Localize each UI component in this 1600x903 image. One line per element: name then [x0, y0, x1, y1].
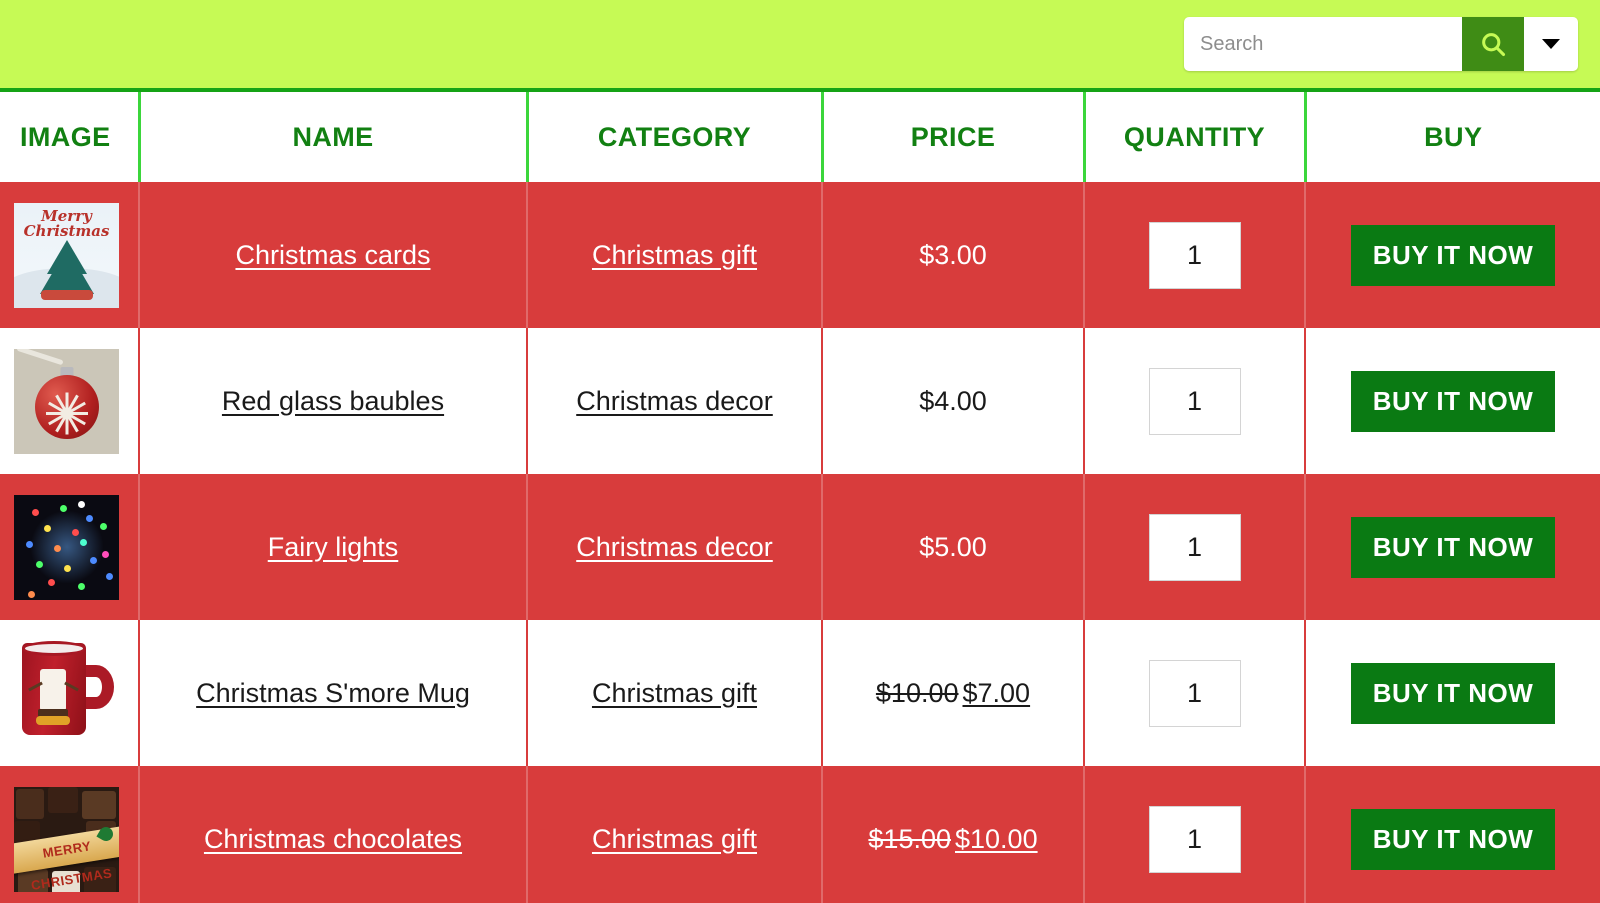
table-header: IMAGE NAME CATEGORY PRICE QUANTITY BUY: [0, 92, 1600, 182]
product-buy-cell: BUY IT NOW: [1305, 766, 1600, 903]
product-name-link[interactable]: Christmas cards: [235, 240, 430, 270]
red-glass-baubles-image: [14, 348, 119, 454]
buy-it-now-button[interactable]: BUY IT NOW: [1350, 516, 1556, 578]
column-header-price: PRICE: [822, 92, 1086, 182]
product-price-cell: $5.00: [822, 474, 1085, 620]
product-buy-cell: BUY IT NOW: [1305, 474, 1600, 620]
product-image-cell: Merry Christmas: [0, 182, 140, 328]
product-quantity-cell: [1084, 766, 1306, 903]
quantity-input[interactable]: [1148, 659, 1241, 727]
product-quantity-cell: [1084, 474, 1306, 620]
product-category-link[interactable]: Christmas decor: [576, 386, 773, 416]
product-name-cell: Red glass baubles: [139, 328, 528, 474]
christmas-chocolates-image: MERRY CHRISTMAS: [14, 786, 119, 892]
product-thumbnail: MERRY CHRISTMAS: [14, 786, 119, 892]
column-header-name: NAME: [139, 92, 529, 182]
product-category-link[interactable]: Christmas gift: [592, 678, 757, 708]
table-row: Christmas S'more Mug Christmas gift $10.…: [0, 620, 1600, 766]
product-category-link[interactable]: Christmas gift: [592, 240, 757, 270]
product-thumbnail: [14, 494, 119, 600]
product-price-cell: $3.00: [822, 182, 1085, 328]
table-row: Merry Christmas Christmas cards Christma…: [0, 182, 1600, 328]
product-category-cell: Christmas decor: [527, 474, 823, 620]
buy-it-now-button[interactable]: BUY IT NOW: [1350, 224, 1556, 286]
column-header-image: IMAGE: [0, 92, 141, 182]
christmas-cards-image: Merry Christmas: [14, 202, 119, 308]
product-category-link[interactable]: Christmas gift: [592, 824, 757, 854]
buy-it-now-button[interactable]: BUY IT NOW: [1350, 370, 1556, 432]
table-header-row: IMAGE NAME CATEGORY PRICE QUANTITY BUY: [0, 92, 1600, 182]
product-name-link[interactable]: Christmas S'more Mug: [196, 678, 470, 708]
product-price-cell: $4.00: [822, 328, 1085, 474]
table-row: MERRY CHRISTMAS Christmas chocolates Chr…: [0, 766, 1600, 903]
quantity-input[interactable]: [1148, 513, 1241, 581]
product-name-cell: Fairy lights: [139, 474, 528, 620]
quantity-input[interactable]: [1148, 805, 1241, 873]
product-thumbnail: [14, 630, 119, 756]
table-body: Merry Christmas Christmas cards Christma…: [0, 182, 1600, 903]
product-name-cell: Christmas chocolates: [139, 766, 528, 903]
product-price: $5.00: [919, 531, 987, 562]
product-name-link[interactable]: Christmas chocolates: [204, 824, 462, 854]
product-price-sale: $7.00: [962, 677, 1031, 708]
product-category-cell: Christmas decor: [527, 328, 823, 474]
product-image-cell: [0, 328, 140, 474]
product-category-cell: Christmas gift: [527, 182, 823, 328]
search-button[interactable]: [1462, 17, 1524, 71]
column-header-buy: BUY: [1305, 92, 1600, 182]
product-price-original: $15.00: [868, 823, 951, 854]
product-price-cell: $15.00 $10.00: [822, 766, 1085, 903]
product-name-link[interactable]: Red glass baubles: [222, 386, 444, 416]
product-price-original: $10.00: [875, 677, 959, 708]
chevron-down-icon: [1542, 39, 1560, 49]
product-quantity-cell: [1084, 620, 1306, 766]
product-quantity-cell: [1084, 182, 1306, 328]
product-quantity-cell: [1084, 328, 1306, 474]
thumb-text-line2: Christmas: [23, 222, 110, 241]
quantity-input[interactable]: [1148, 221, 1241, 289]
product-category-link[interactable]: Christmas decor: [576, 532, 773, 562]
product-buy-cell: BUY IT NOW: [1305, 620, 1600, 766]
product-price-cell: $10.00 $7.00: [822, 620, 1085, 766]
search-group: [1184, 17, 1578, 71]
search-input[interactable]: [1184, 17, 1462, 71]
product-name-link[interactable]: Fairy lights: [268, 532, 399, 562]
page-header-bar: [0, 0, 1600, 92]
product-buy-cell: BUY IT NOW: [1305, 328, 1600, 474]
product-image-cell: [0, 620, 140, 766]
product-buy-cell: BUY IT NOW: [1305, 182, 1600, 328]
table-row: Red glass baubles Christmas decor $4.00 …: [0, 328, 1600, 474]
buy-it-now-button[interactable]: BUY IT NOW: [1350, 662, 1556, 724]
table-row: Fairy lights Christmas decor $5.00 BUY I…: [0, 474, 1600, 620]
christmas-smore-mug-image: [14, 630, 119, 756]
product-price: $4.00: [919, 385, 987, 416]
product-name-cell: Christmas S'more Mug: [139, 620, 528, 766]
search-options-dropdown-button[interactable]: [1524, 17, 1578, 71]
fairy-lights-image: [14, 494, 119, 600]
product-image-cell: MERRY CHRISTMAS: [0, 766, 140, 903]
product-name-cell: Christmas cards: [139, 182, 528, 328]
quantity-input[interactable]: [1148, 367, 1241, 435]
product-image-cell: [0, 474, 140, 620]
products-table: IMAGE NAME CATEGORY PRICE QUANTITY BUY M…: [0, 92, 1600, 903]
product-price: $3.00: [919, 239, 987, 270]
product-price-sale: $10.00: [955, 823, 1038, 854]
column-header-quantity: QUANTITY: [1084, 92, 1307, 182]
product-thumbnail: [14, 348, 119, 454]
product-category-cell: Christmas gift: [527, 766, 823, 903]
search-icon: [1479, 30, 1507, 58]
product-thumbnail: Merry Christmas: [14, 202, 119, 308]
column-header-category: CATEGORY: [527, 92, 824, 182]
buy-it-now-button[interactable]: BUY IT NOW: [1350, 808, 1556, 870]
product-category-cell: Christmas gift: [527, 620, 823, 766]
